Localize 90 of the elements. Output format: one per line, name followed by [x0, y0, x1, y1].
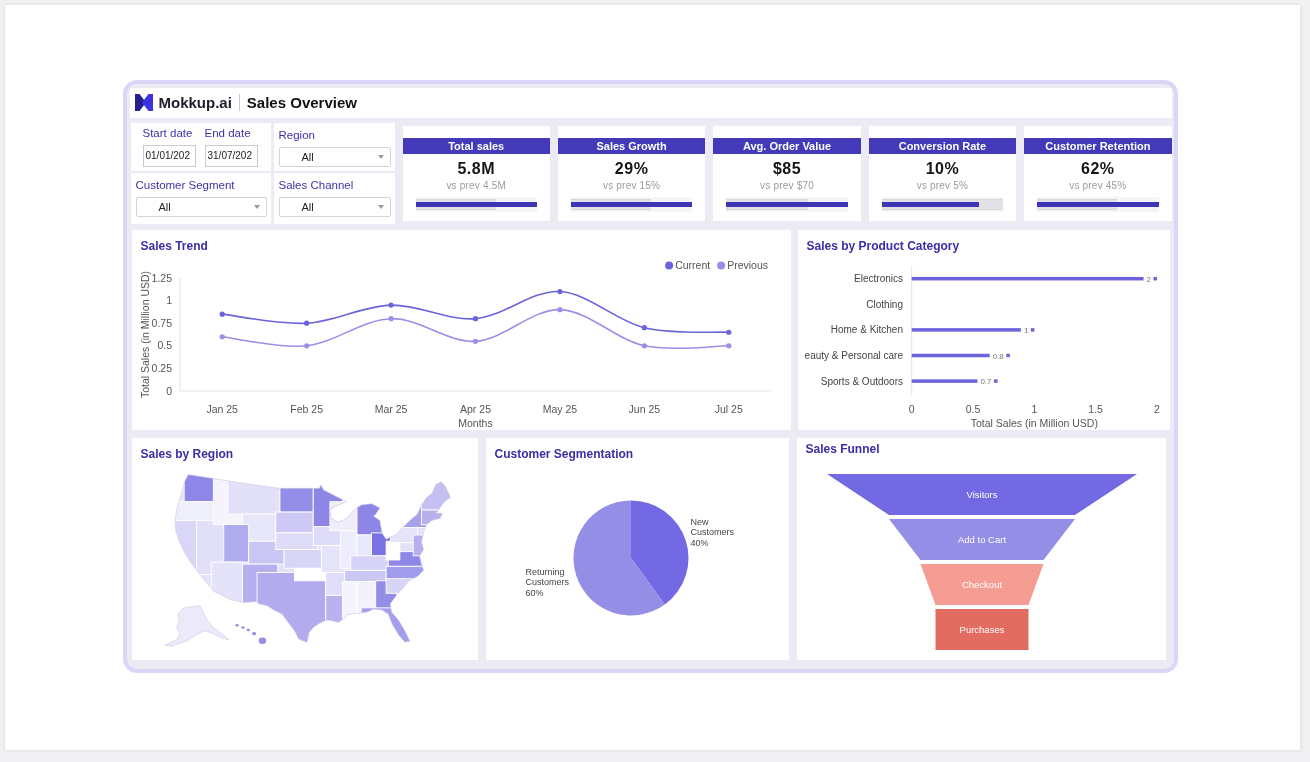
filter-label: End date	[204, 126, 251, 140]
axis-tick-label: Jun 25	[628, 402, 660, 415]
filter-label: Region	[278, 128, 315, 142]
data-point	[641, 324, 647, 330]
pie-value-label: 60%	[525, 587, 545, 598]
kpi-header: Total sales	[402, 137, 550, 154]
category-label: Clothing	[865, 298, 903, 310]
kpi-header: Sales Growth	[557, 137, 706, 154]
axis-tick-label: May 25	[542, 402, 577, 415]
kpi-comparison: vs prev 5%	[916, 179, 969, 192]
panel-title: Sales Funnel	[805, 441, 880, 456]
axis-tick-label: 0	[908, 402, 915, 415]
logo-icon	[134, 94, 153, 111]
axis-tick-label: 2	[1153, 402, 1160, 415]
kpi-header: Customer Retention	[1024, 137, 1172, 154]
funnel-stage-label: Add to Cart	[957, 533, 1006, 545]
filter-label: Customer Segment	[135, 178, 235, 192]
date-field[interactable]: 31/07/202	[204, 144, 258, 167]
data-point	[387, 315, 394, 321]
data-point	[219, 311, 225, 317]
panel-title: Sales by Product Category	[806, 238, 960, 253]
data-point	[303, 342, 309, 348]
kpi-header: Conversion Rate	[868, 137, 1017, 154]
data-point	[472, 315, 478, 321]
funnel-stage-label: Checkout	[961, 578, 1002, 590]
legend-label: Current	[674, 258, 710, 271]
axis-title: Total Sales (in Million USD)	[138, 270, 151, 398]
caret-icon	[377, 154, 384, 159]
axis-tick-label: 1	[1030, 402, 1037, 415]
dropdown[interactable]: All	[135, 196, 267, 217]
caret-icon	[253, 204, 260, 209]
data-point	[387, 302, 394, 308]
axis-title: Total Sales (in Million USD)	[970, 416, 1098, 429]
axis-tick-label: 0.5	[156, 338, 172, 351]
panel-title: Customer Segmentation	[494, 446, 634, 461]
kpi-comparison: vs prev 4.5M	[446, 179, 507, 192]
kpi-value: $85	[772, 158, 802, 178]
kpi-header: Avg. Order Value	[713, 137, 861, 154]
axis-tick-label: 0.75	[151, 316, 172, 329]
data-point	[725, 329, 731, 335]
axis-tick-label: 0.5	[965, 402, 980, 415]
pie-label: Returning Customers	[525, 566, 570, 588]
axis-title: Months	[457, 416, 493, 429]
pie-label: New Customers	[690, 516, 735, 538]
category-label: Electronics	[853, 272, 903, 284]
kpi-value: 10%	[925, 158, 960, 178]
category-label: Home & Kitchen	[830, 323, 903, 335]
pie-value-label: 40%	[690, 537, 710, 548]
category-label: Sports & Outdoors	[820, 375, 903, 387]
legend-label: Previous	[726, 258, 768, 271]
axis-tick-label: Feb 25	[289, 402, 323, 415]
dropdown[interactable]: All	[278, 196, 391, 217]
axis-tick-label: Jul 25	[714, 402, 743, 415]
date-field[interactable]: 01/01/202	[142, 144, 196, 167]
axis-tick-label: 1.5	[1087, 402, 1103, 415]
data-label: 1	[1023, 325, 1028, 335]
panel-title: Sales by Region	[140, 446, 234, 461]
axis-tick-label: 0	[165, 384, 172, 396]
page-title: Sales Overview	[246, 94, 357, 111]
data-point	[725, 342, 731, 348]
kpi-comparison: vs prev 15%	[603, 179, 661, 192]
data-label: 0.7	[979, 376, 992, 386]
data-label: 2	[1146, 274, 1151, 284]
data-point	[472, 338, 478, 344]
filter-label: Sales Channel	[278, 178, 354, 192]
axis-tick-label: 1.25	[151, 271, 172, 283]
panel-title: Sales Trend	[140, 238, 208, 253]
kpi-value: 5.8M	[457, 158, 495, 178]
axis-tick-label: Apr 25	[459, 402, 491, 415]
data-point	[641, 342, 647, 348]
data-point	[556, 306, 563, 312]
filter-label: Start date	[142, 126, 193, 140]
kpi-comparison: vs prev $70	[760, 179, 814, 192]
data-label: 0.8	[992, 351, 1004, 360]
axis-tick-label: Mar 25	[374, 402, 407, 415]
kpi-value: 62%	[1081, 158, 1115, 178]
category-label: eauty & Personal care	[804, 349, 903, 361]
axis-tick-label: 1	[165, 293, 172, 306]
kpi-comparison: vs prev 45%	[1069, 179, 1127, 192]
data-point	[219, 333, 225, 339]
axis-tick-label: 0.25	[151, 361, 172, 374]
kpi-value: 29%	[614, 158, 649, 178]
data-point	[303, 320, 309, 326]
funnel-stage-label: Visitors	[966, 488, 997, 500]
data-point	[556, 288, 563, 294]
dropdown[interactable]: All	[278, 146, 391, 167]
caret-icon	[377, 204, 384, 209]
axis-tick-label: Jan 25	[205, 402, 238, 415]
funnel-stage-label: Purchases	[959, 623, 1004, 635]
brand-name: Mokkup.ai	[158, 94, 232, 111]
